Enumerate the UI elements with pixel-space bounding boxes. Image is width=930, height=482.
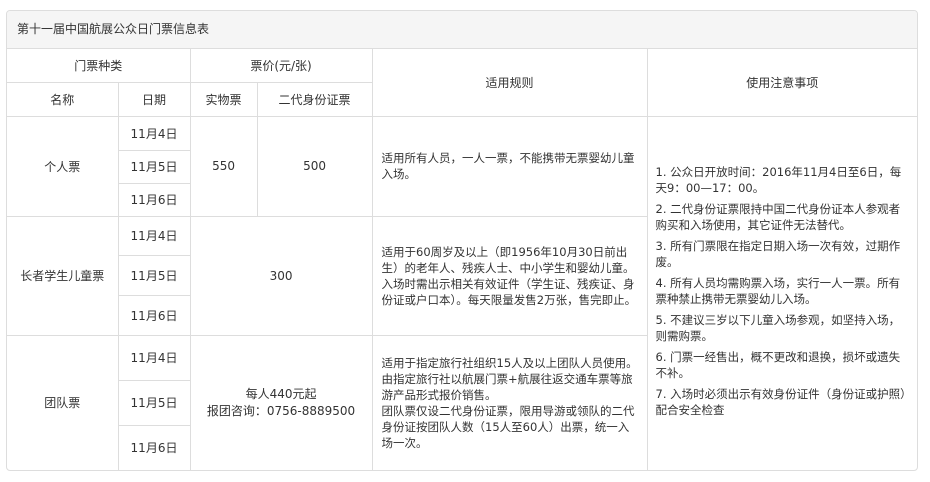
ticket-date: 11月5日	[118, 254, 191, 296]
header-price: 票价(元/张)	[189, 49, 373, 83]
ticket-date: 11月6日	[118, 424, 191, 470]
ticket-date: 11月4日	[117, 215, 191, 256]
rule-text: 适用所有人员，一人一票，不能携带无票婴幼儿童入场。	[381, 151, 635, 181]
ticket-date: 11月4日	[117, 334, 191, 381]
ticket-rules: 适用所有人员，一人一票，不能携带无票婴幼儿童入场。	[371, 115, 648, 217]
ticket-name: 个人票	[7, 115, 119, 217]
ticket-date: 11月5日	[118, 149, 191, 184]
note-item: 6. 门票一经售出，概不更改和退换，损坏或遗失不补。	[655, 349, 901, 380]
ticket-date: 11月6日	[118, 294, 191, 336]
header-ticket-type: 门票种类	[7, 49, 191, 83]
header-rules: 适用规则	[371, 49, 648, 117]
ticket-price: 每人440元起 报团咨询：0756-8889500	[189, 334, 373, 470]
ticket-date: 11月4日	[117, 115, 191, 151]
note-item: 2. 二代身份证票限持中国二代身份证本人参观者购买和入场使用，其它证件无法替代。	[655, 201, 901, 232]
table-row: 个人票 11月4日 550 500 适用所有人员，一人一票，不能携带无票婴幼儿童…	[7, 115, 917, 470]
note-item: 5. 不建议三岁以下儿童入场参观，如坚持入场，则需购票。	[655, 312, 901, 343]
rule-text: 入场时需出示相关有效证件（学生证、残疾证、身份证或户口本）。每天限量发售2万张，…	[381, 276, 637, 307]
ticket-date: 11月6日	[118, 182, 191, 217]
header-id-card: 二代身份证票	[256, 81, 373, 117]
rule-text: 由指定旅行社以航展门票+航展往返交通车票等旅游产品形式报价销售。	[381, 371, 633, 402]
panel-title: 第十一届中国航展公众日门票信息表	[7, 11, 917, 49]
ticket-date: 11月5日	[118, 379, 191, 426]
ticket-info-panel: 第十一届中国航展公众日门票信息表 门票种类 票价(元/张) 适用规则 使用注意事…	[6, 10, 918, 471]
header-name: 名称	[7, 81, 119, 117]
ticket-name: 长者学生儿童票	[7, 215, 119, 336]
ticket-table: 门票种类 票价(元/张) 适用规则 使用注意事项 名称 日期 实物票 二代身份证…	[7, 49, 917, 470]
rule-text: 团队票仅设二代身份证票，限用导游或领队的二代身份证按团队人数（15人至60人）出…	[381, 403, 635, 450]
note-item: 1. 公众日开放时间：2016年11月4日至6日，每天9：00—17：00。	[655, 164, 902, 195]
ticket-rules: 适用于60周岁及以上（即1956年10月30日前出生）的老年人、残疾人士、中小学…	[371, 215, 648, 336]
physical-price: 550	[189, 115, 258, 217]
rule-text: 适用于指定旅行社组织15人及以上团队人员使用。	[381, 355, 638, 370]
ticket-price: 300	[189, 215, 373, 336]
header-date: 日期	[117, 81, 191, 117]
ticket-name: 团队票	[7, 334, 119, 470]
price-line: 每人440元起	[245, 386, 317, 401]
header-row-1: 门票种类 票价(元/张) 适用规则 使用注意事项	[7, 49, 917, 117]
header-physical: 实物票	[189, 81, 258, 117]
note-item: 4. 所有人员均需购票入场，实行一人一票。所有票种禁止携带无票婴幼儿入场。	[655, 275, 901, 306]
usage-notes: 1. 公众日开放时间：2016年11月4日至6日，每天9：00—17：00。 2…	[646, 115, 917, 470]
note-item: 3. 所有门票限在指定日期入场一次有效，过期作废。	[655, 238, 901, 269]
id-price: 500	[256, 115, 373, 217]
header-notes: 使用注意事项	[646, 49, 917, 117]
price-line: 报团咨询：0756-8889500	[206, 403, 356, 418]
rule-text: 适用于60周岁及以上（即1956年10月30日前出生）的老年人、残疾人士、中小学…	[381, 244, 635, 275]
note-item: 7. 入场时必须出示有效身份证件（身份证或护照）配合安全检查	[655, 386, 906, 417]
ticket-rules: 适用于指定旅行社组织15人及以上团队人员使用。 由指定旅行社以航展门票+航展往返…	[371, 334, 648, 470]
